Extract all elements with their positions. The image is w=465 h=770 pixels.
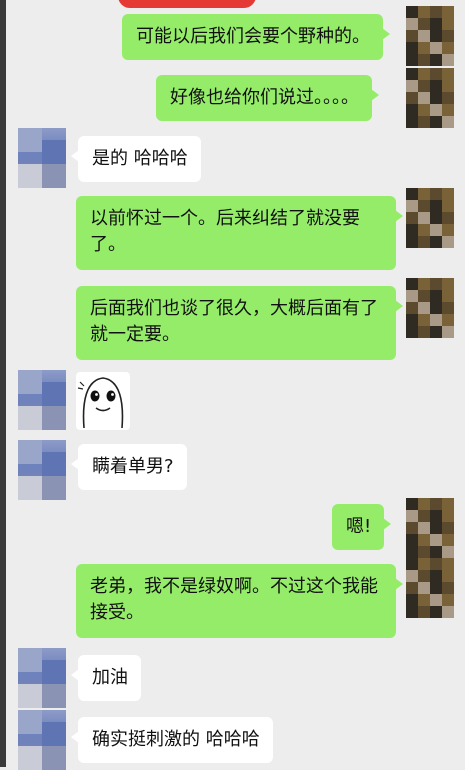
message-bubble-outgoing[interactable]: 好像也给你们说过。。。。 bbox=[156, 75, 379, 121]
message-bubble-outgoing[interactable]: 嗯! bbox=[332, 504, 392, 550]
left-edge bbox=[0, 0, 6, 767]
my-avatar[interactable] bbox=[406, 188, 454, 248]
smiling-face-sticker[interactable] bbox=[76, 372, 130, 430]
message-bubble-outgoing[interactable]: 后面我们也谈了很久，大概后面有了就一定要。 bbox=[76, 286, 403, 360]
message-bubble-incoming[interactable]: 瞒着单男? bbox=[71, 444, 187, 490]
message-bubble-incoming[interactable]: 是的 哈哈哈 bbox=[71, 136, 201, 182]
contact-avatar[interactable] bbox=[18, 710, 66, 770]
message-bubble-incoming[interactable]: 加油 bbox=[71, 655, 141, 701]
contact-avatar[interactable] bbox=[18, 128, 66, 188]
my-avatar[interactable] bbox=[406, 68, 454, 128]
message-bubble-outgoing[interactable]: 以前怀过一个。后来纠结了就没要了。 bbox=[76, 196, 403, 270]
my-avatar[interactable] bbox=[406, 498, 454, 558]
message-bubble-outgoing[interactable]: 老弟，我不是绿奴啊。不过这个我能接受。 bbox=[76, 564, 403, 638]
my-avatar[interactable] bbox=[406, 558, 454, 618]
message-bubble-incoming[interactable]: 确实挺刺激的 哈哈哈 bbox=[71, 717, 273, 763]
watermark-banner bbox=[118, 0, 256, 8]
message-bubble-outgoing[interactable]: 可能以后我们会要个野种的。 bbox=[122, 14, 390, 60]
contact-avatar[interactable] bbox=[18, 370, 66, 430]
contact-avatar[interactable] bbox=[18, 648, 66, 708]
my-avatar[interactable] bbox=[406, 6, 454, 66]
contact-avatar[interactable] bbox=[18, 440, 66, 500]
my-avatar[interactable] bbox=[406, 278, 454, 338]
